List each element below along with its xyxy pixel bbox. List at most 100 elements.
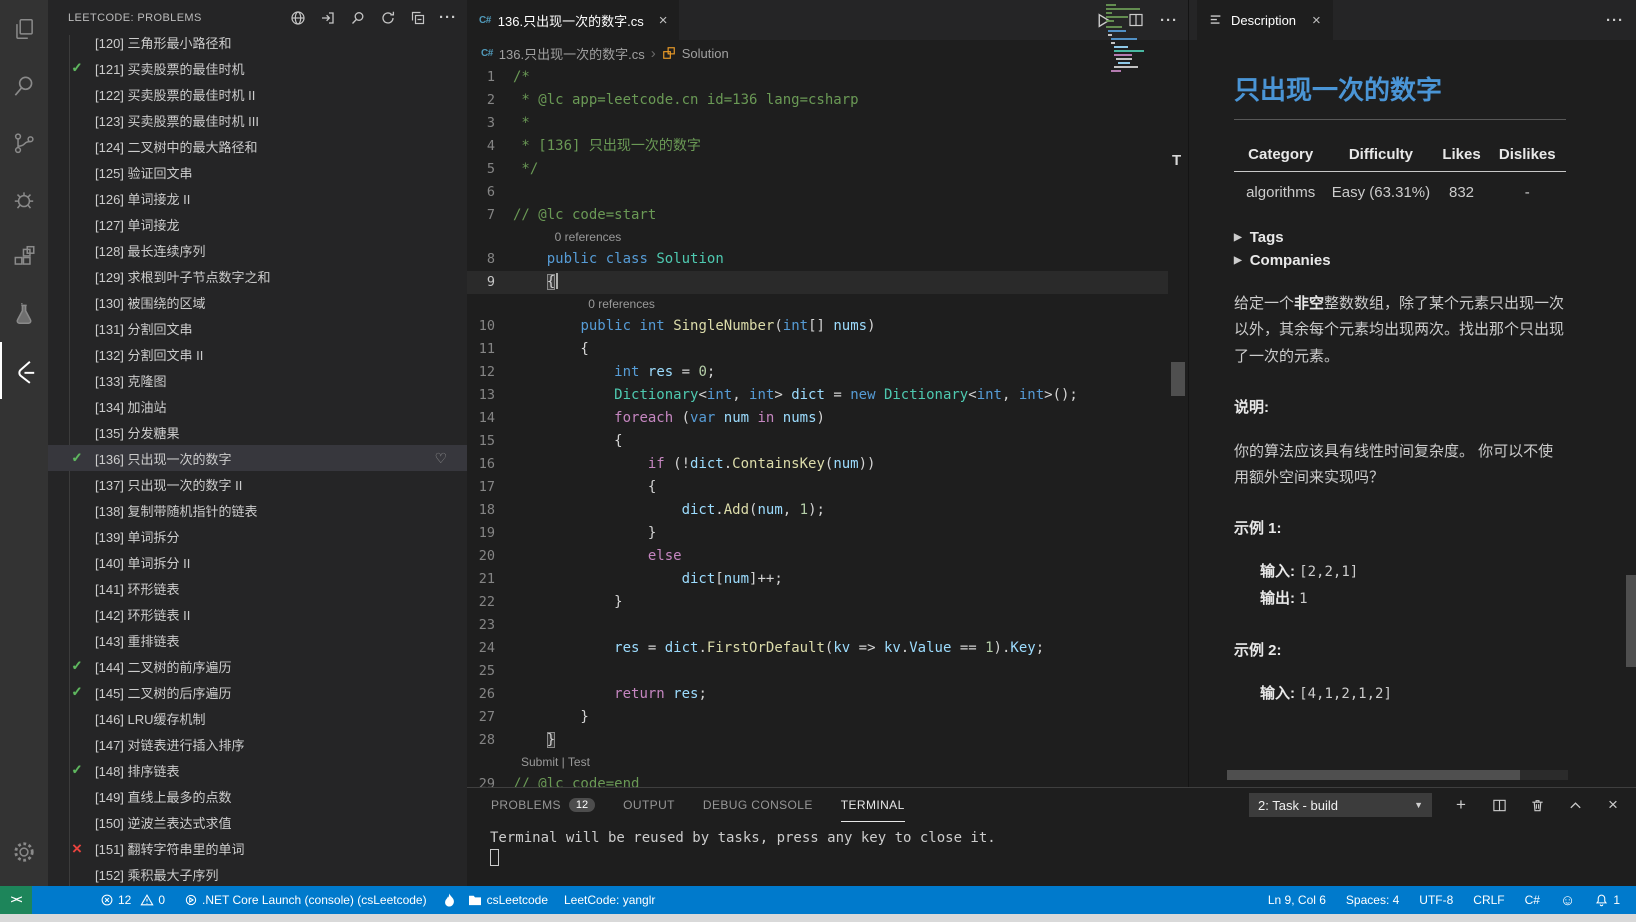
panel-tab-output[interactable]: OUTPUT	[623, 789, 675, 822]
code-line[interactable]: 2 * @lc app=leetcode.cn id=136 lang=csha…	[467, 89, 1168, 112]
description-more-icon[interactable]: ···	[1606, 12, 1624, 29]
source-control-icon[interactable]	[0, 114, 48, 171]
problem-item[interactable]: [137] 只出现一次的数字 II	[48, 471, 467, 497]
test-explorer-icon[interactable]	[0, 285, 48, 342]
code-line[interactable]: 28 }	[467, 729, 1168, 752]
problem-item[interactable]: ✓[148] 排序链表	[48, 757, 467, 783]
code-line[interactable]: 12 int res = 0;	[467, 361, 1168, 384]
maximize-panel-chevron-icon[interactable]	[1566, 796, 1584, 814]
encoding-status[interactable]: UTF-8	[1413, 886, 1459, 914]
companies-section[interactable]: ▶ Companies	[1234, 252, 1566, 269]
problem-item[interactable]: [146] LRU缓存机制	[48, 705, 467, 731]
problem-item[interactable]: [147] 对链表进行插入排序	[48, 731, 467, 757]
remote-indicator[interactable]: ><	[0, 886, 32, 914]
code-line[interactable]: 25	[467, 660, 1168, 683]
close-panel-icon[interactable]: ×	[1604, 796, 1622, 814]
problem-item[interactable]: [132] 分割回文串 II	[48, 341, 467, 367]
notifications-bell[interactable]: 1	[1589, 886, 1626, 914]
codelens[interactable]: Submit | Test	[467, 752, 1168, 773]
code-line[interactable]: 4 * [136] 只出现一次的数字	[467, 135, 1168, 158]
feedback-smiley-icon[interactable]: ☺	[1554, 886, 1581, 914]
codelens[interactable]: 0 references	[467, 227, 1168, 248]
run-debug-icon[interactable]	[0, 171, 48, 228]
problem-item[interactable]: [133] 克隆图	[48, 367, 467, 393]
problem-item[interactable]: [140] 单词拆分 II	[48, 549, 467, 575]
code-line[interactable]: 1/*	[467, 66, 1168, 89]
description-hscrollbar-thumb[interactable]	[1227, 770, 1520, 780]
tab-close-icon[interactable]: ×	[659, 12, 668, 29]
code-line[interactable]: 14 foreach (var num in nums)	[467, 407, 1168, 430]
code-line[interactable]: 17 {	[467, 476, 1168, 499]
problem-item[interactable]: [150] 逆波兰表达式求值	[48, 809, 467, 835]
endpoint-globe-icon[interactable]	[289, 9, 307, 27]
problem-item[interactable]: [141] 环形链表	[48, 575, 467, 601]
problem-item[interactable]: [127] 单词接龙	[48, 211, 467, 237]
code-line[interactable]: 16 if (!dict.ContainsKey(num))	[467, 453, 1168, 476]
indentation-status[interactable]: Spaces: 4	[1340, 886, 1405, 914]
code-editor[interactable]: 1/*2 * @lc app=leetcode.cn id=136 lang=c…	[467, 66, 1168, 787]
pick-problem-search-icon[interactable]	[349, 9, 367, 27]
problem-item[interactable]: [130] 被围绕的区域	[48, 289, 467, 315]
description-hscrollbar[interactable]	[1227, 770, 1568, 780]
codelens[interactable]: 0 references	[467, 294, 1168, 315]
tags-section[interactable]: ▶ Tags	[1234, 229, 1566, 246]
code-line[interactable]: 22 }	[467, 591, 1168, 614]
problem-item[interactable]: ×[151] 翻转字符串里的单词	[48, 835, 467, 861]
code-line[interactable]: 18 dict.Add(num, 1);	[467, 499, 1168, 522]
description-vscrollbar-thumb[interactable]	[1626, 575, 1636, 667]
problem-item[interactable]: [125] 验证回文串	[48, 159, 467, 185]
code-line[interactable]: 20 else	[467, 545, 1168, 568]
problem-item[interactable]: [123] 买卖股票的最佳时机 III	[48, 107, 467, 133]
code-line[interactable]: 26 return res;	[467, 683, 1168, 706]
search-icon[interactable]	[0, 57, 48, 114]
problem-item[interactable]: [124] 二叉树中的最大路径和	[48, 133, 467, 159]
problem-item[interactable]: ✓[144] 二叉树的前序遍历	[48, 653, 467, 679]
code-line[interactable]: 10 public int SingleNumber(int[] nums)	[467, 315, 1168, 338]
extensions-icon[interactable]	[0, 228, 48, 285]
code-line[interactable]: 3 *	[467, 112, 1168, 135]
breadcrumb[interactable]: C# 136.只出现一次的数字.cs › Solution	[467, 40, 1188, 66]
code-line[interactable]: 15 {	[467, 430, 1168, 453]
code-line[interactable]: 24 res = dict.FirstOrDefault(kv => kv.Va…	[467, 637, 1168, 660]
cursor-position-status[interactable]: Ln 9, Col 6	[1262, 886, 1332, 914]
code-line[interactable]: 27 }	[467, 706, 1168, 729]
workspace-folder-status[interactable]: csLeetcode	[462, 886, 554, 914]
problem-item[interactable]: ✓[136] 只出现一次的数字♡	[48, 445, 467, 471]
refresh-icon[interactable]	[379, 9, 397, 27]
code-line[interactable]: 29// @lc code=end	[467, 773, 1168, 787]
favorite-heart-icon[interactable]: ♡	[434, 450, 447, 467]
problem-item[interactable]: [139] 单词拆分	[48, 523, 467, 549]
problem-item[interactable]: [135] 分发糖果	[48, 419, 467, 445]
code-line[interactable]: 6	[467, 181, 1168, 204]
problem-item[interactable]: [128] 最长连续序列	[48, 237, 467, 263]
problem-item[interactable]: ✓[121] 买卖股票的最佳时机	[48, 55, 467, 81]
more-actions-icon[interactable]: ···	[439, 9, 457, 27]
code-line[interactable]: 9 {	[467, 271, 1168, 294]
language-mode-status[interactable]: C#	[1519, 886, 1546, 914]
new-terminal-icon[interactable]: +	[1452, 796, 1470, 814]
breadcrumb-file[interactable]: 136.只出现一次的数字.cs	[499, 44, 645, 63]
problem-item[interactable]: [131] 分割回文串	[48, 315, 467, 341]
editor-scrollbar-thumb[interactable]	[1171, 362, 1185, 396]
debug-launch-status[interactable]: .NET Core Launch (console) (csLeetcode)	[179, 886, 433, 914]
problem-item[interactable]: [122] 买卖股票的最佳时机 II	[48, 81, 467, 107]
code-line[interactable]: 5 */	[467, 158, 1168, 181]
description-tab-close-icon[interactable]: ×	[1312, 12, 1321, 29]
problem-item[interactable]: [149] 直线上最多的点数	[48, 783, 467, 809]
code-line[interactable]: 13 Dictionary<int, int> dict = new Dicti…	[467, 384, 1168, 407]
description-tab[interactable]: Description ×	[1197, 0, 1333, 40]
code-line[interactable]: 19 }	[467, 522, 1168, 545]
code-line[interactable]: 23	[467, 614, 1168, 637]
flame-icon[interactable]	[437, 886, 462, 914]
problem-item[interactable]: [129] 求根到叶子节点数字之和	[48, 263, 467, 289]
terminal-task-dropdown[interactable]: 2: Task - build ▼	[1249, 793, 1432, 817]
leetcode-icon[interactable]	[0, 342, 48, 399]
code-line[interactable]: 21 dict[num]++;	[467, 568, 1168, 591]
problem-item[interactable]: [134] 加油站	[48, 393, 467, 419]
editor-scrollbar[interactable]: T	[1168, 0, 1188, 787]
leetcode-user-status[interactable]: LeetCode: yanglr	[558, 886, 661, 914]
kill-terminal-trash-icon[interactable]	[1528, 796, 1546, 814]
problems-status[interactable]: 12 0	[94, 886, 171, 914]
breadcrumb-symbol[interactable]: Solution	[682, 46, 729, 61]
terminal[interactable]: Terminal will be reused by tasks, press …	[467, 830, 1636, 866]
